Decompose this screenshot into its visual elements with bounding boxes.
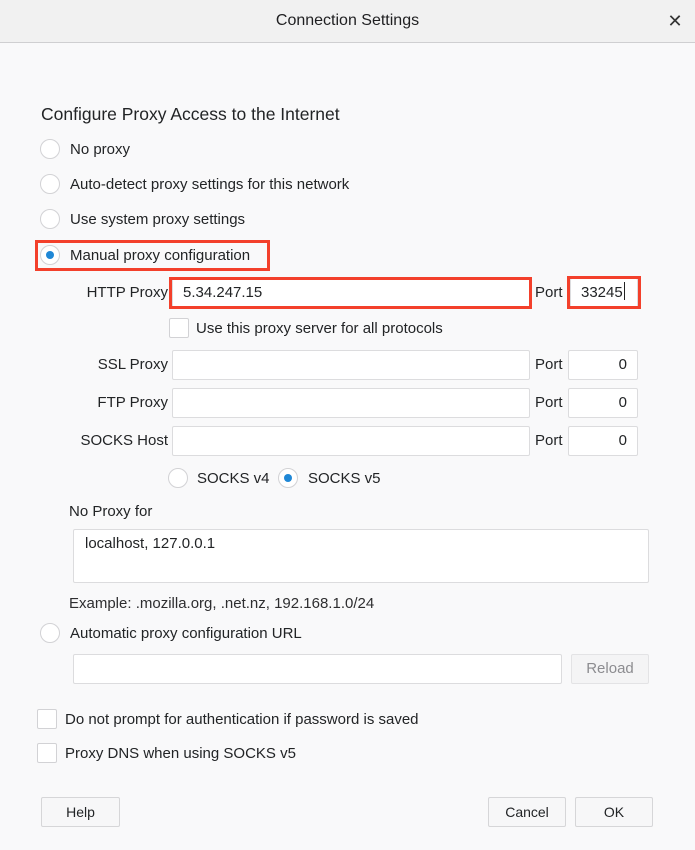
http-proxy-input[interactable]: 5.34.247.15	[172, 278, 530, 308]
ssl-proxy-input[interactable]	[172, 350, 530, 380]
socks-port-value: 0	[618, 432, 627, 449]
ssl-port-input[interactable]: 0	[568, 350, 638, 380]
use-for-all-checkbox[interactable]	[169, 318, 189, 338]
auto-config-url-input[interactable]	[73, 654, 562, 684]
no-auth-prompt-label[interactable]: Do not prompt for authentication if pass…	[65, 711, 419, 728]
no-proxy-example: Example: .mozilla.org, .net.nz, 192.168.…	[69, 595, 375, 612]
ftp-port-input[interactable]: 0	[568, 388, 638, 418]
socks-port-label: Port	[535, 432, 563, 449]
socks-v4-radio[interactable]	[168, 468, 188, 488]
ok-button[interactable]: OK	[575, 797, 653, 827]
text-caret	[623, 282, 625, 300]
http-port-value: 33245	[581, 284, 623, 301]
manual-proxy-label[interactable]: Manual proxy configuration	[70, 247, 250, 264]
dialog-title: Connection Settings	[275, 12, 420, 29]
ftp-port-value: 0	[618, 394, 627, 411]
close-icon[interactable]: ✕	[665, 10, 685, 32]
system-proxy-radio[interactable]	[40, 209, 60, 229]
proxy-dns-checkbox[interactable]	[37, 743, 57, 763]
no-auth-prompt-checkbox[interactable]	[37, 709, 57, 729]
ssl-port-value: 0	[618, 356, 627, 373]
socks-port-input[interactable]: 0	[568, 426, 638, 456]
ftp-proxy-label: FTP Proxy	[97, 394, 168, 411]
manual-proxy-radio[interactable]	[40, 245, 60, 265]
auto-detect-label[interactable]: Auto-detect proxy settings for this netw…	[70, 176, 349, 193]
title-bar: Connection Settings ✕	[0, 0, 695, 43]
proxy-dns-label[interactable]: Proxy DNS when using SOCKS v5	[65, 745, 296, 762]
no-proxy-label[interactable]: No proxy	[70, 141, 130, 158]
no-proxy-for-value: localhost, 127.0.0.1	[85, 535, 216, 552]
system-proxy-label[interactable]: Use system proxy settings	[70, 211, 245, 228]
socks-v5-radio[interactable]	[278, 468, 298, 488]
http-port-input[interactable]: 33245	[570, 278, 638, 308]
ftp-port-label: Port	[535, 394, 563, 411]
ssl-proxy-label: SSL Proxy	[97, 356, 168, 373]
socks-v4-label[interactable]: SOCKS v4	[197, 470, 270, 487]
socks-host-label: SOCKS Host	[80, 432, 168, 449]
auto-detect-radio[interactable]	[40, 174, 60, 194]
http-proxy-label: HTTP Proxy	[86, 284, 168, 301]
no-proxy-for-label: No Proxy for	[69, 503, 153, 520]
no-proxy-for-textarea[interactable]: localhost, 127.0.0.1	[73, 529, 649, 583]
no-proxy-radio[interactable]	[40, 139, 60, 159]
auto-config-radio[interactable]	[40, 623, 60, 643]
help-button[interactable]: Help	[41, 797, 120, 827]
http-proxy-value: 5.34.247.15	[183, 284, 263, 301]
http-port-label: Port	[535, 284, 563, 301]
reload-button[interactable]: Reload	[571, 654, 649, 684]
ftp-proxy-input[interactable]	[172, 388, 530, 418]
section-heading: Configure Proxy Access to the Internet	[41, 104, 340, 124]
auto-config-label[interactable]: Automatic proxy configuration URL	[70, 625, 302, 642]
ssl-port-label: Port	[535, 356, 563, 373]
socks-v5-label[interactable]: SOCKS v5	[308, 470, 381, 487]
socks-host-input[interactable]	[172, 426, 530, 456]
cancel-button[interactable]: Cancel	[488, 797, 566, 827]
use-for-all-label[interactable]: Use this proxy server for all protocols	[196, 320, 443, 337]
